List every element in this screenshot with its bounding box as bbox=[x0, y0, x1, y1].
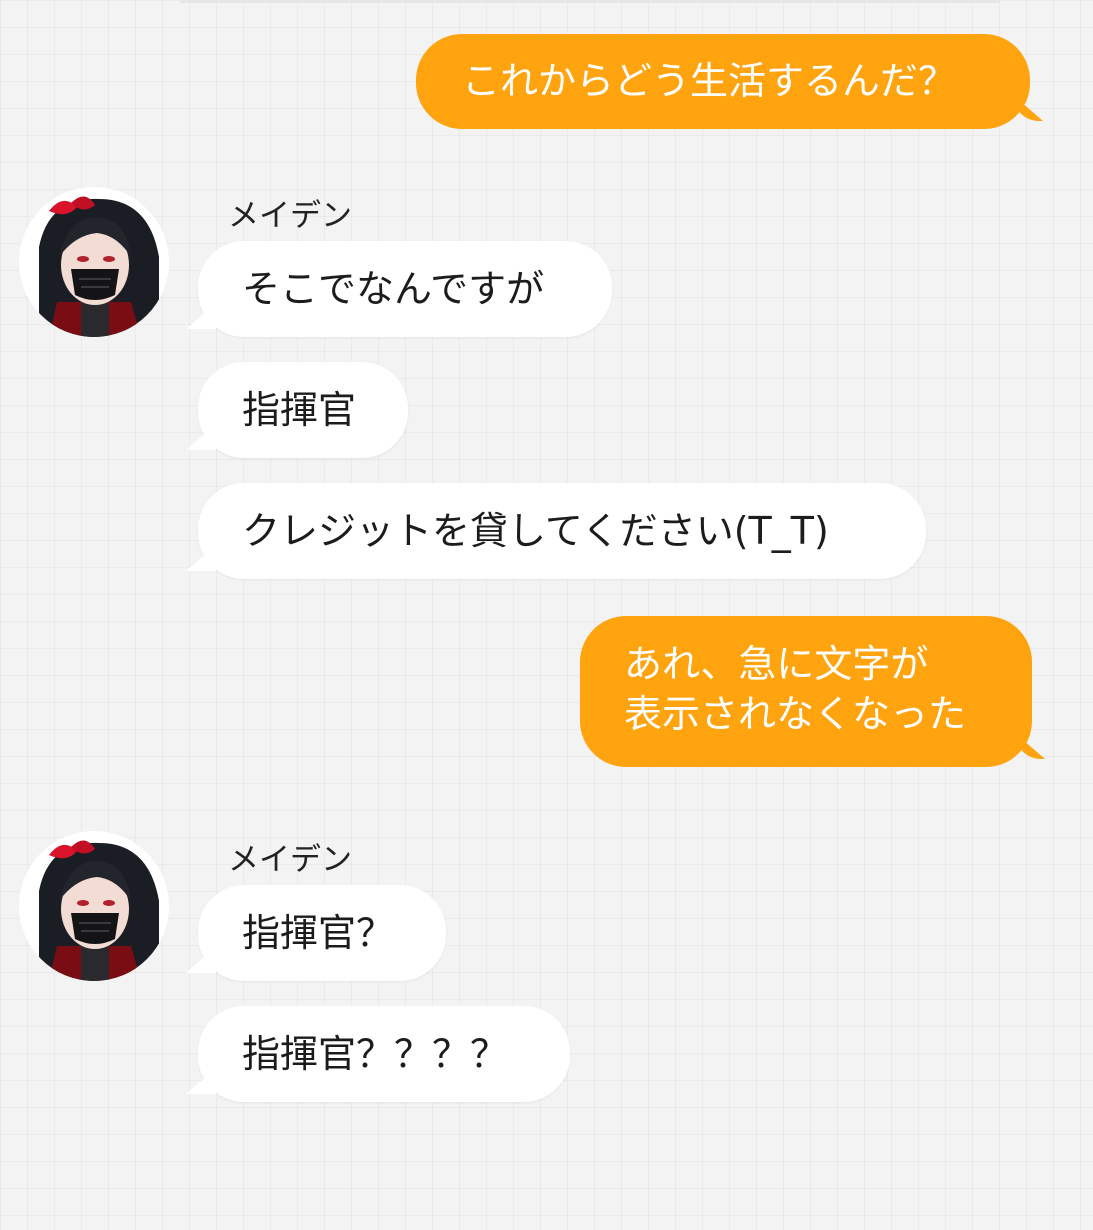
incoming-message-bubble[interactable]: そこでなんですが bbox=[198, 241, 612, 337]
incoming-message-bubble[interactable]: 指揮官？？？？ bbox=[198, 1006, 570, 1102]
message-text: これからどう生活するんだ？ bbox=[462, 59, 957, 103]
message-text: クレジットを貸してください(T_T) bbox=[242, 509, 829, 553]
top-divider bbox=[180, 0, 1000, 3]
message-text-line: 表示されなくなった bbox=[624, 692, 967, 736]
message-text: 指揮官 bbox=[242, 388, 357, 432]
outgoing-message-bubble[interactable]: あれ、急に文字が 表示されなくなった bbox=[580, 616, 1032, 767]
character-avatar-icon[interactable] bbox=[19, 831, 169, 981]
sender-name: メイデン bbox=[228, 198, 352, 234]
message-text-line: あれ、急に文字が bbox=[624, 642, 929, 686]
outgoing-message-bubble[interactable]: これからどう生活するんだ？ bbox=[416, 34, 1030, 129]
character-avatar-icon[interactable] bbox=[19, 187, 169, 337]
message-text: 指揮官？ bbox=[242, 911, 395, 955]
sender-name: メイデン bbox=[228, 842, 352, 878]
message-text: そこでなんですが bbox=[242, 267, 545, 311]
incoming-message-bubble[interactable]: 指揮官？ bbox=[198, 885, 446, 981]
message-text: 指揮官？？？？ bbox=[242, 1032, 509, 1076]
incoming-message-bubble[interactable]: クレジットを貸してください(T_T) bbox=[198, 483, 926, 579]
incoming-message-bubble[interactable]: 指揮官 bbox=[198, 362, 408, 458]
